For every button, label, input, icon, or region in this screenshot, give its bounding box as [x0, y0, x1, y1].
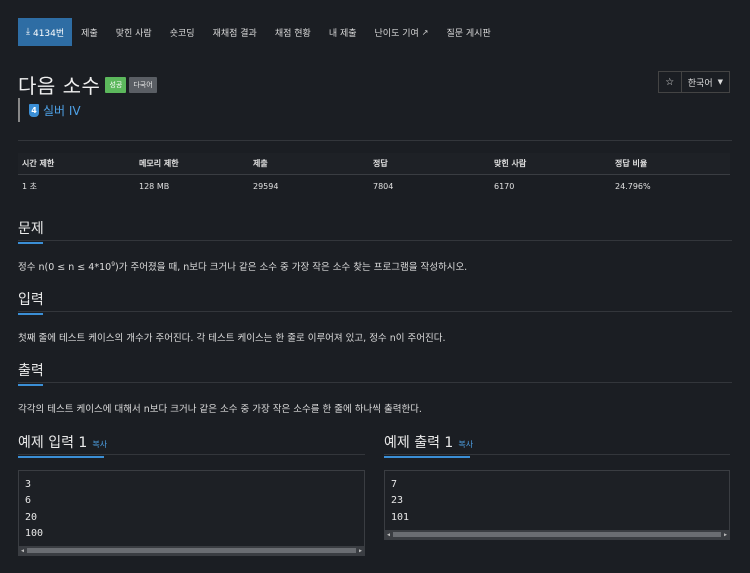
copy-sample-output-button[interactable]: 복사 — [458, 440, 473, 449]
table-header: 정답 — [369, 153, 490, 175]
star-icon: ☆ — [665, 76, 675, 88]
output-heading-text: 출력 — [18, 363, 44, 379]
table-cell: 1 초 — [22, 181, 37, 191]
section-divider — [384, 454, 730, 455]
input-heading: 입력 — [18, 289, 44, 315]
sample-input-heading: 예제 입력 1 복사 — [18, 432, 107, 458]
tab-solved-users[interactable]: 맞힌 사람 — [107, 18, 161, 46]
heading-underline — [18, 384, 43, 386]
tab-rejudge-result[interactable]: 재채점 결과 — [204, 18, 266, 46]
tab-difficulty-label: 난이도 기여 — [374, 28, 419, 39]
scrollbar-thumb[interactable] — [27, 548, 356, 553]
caret-down-icon: ▼ — [717, 78, 723, 86]
table-header: 시간 제한 — [18, 153, 135, 175]
problem-heading: 문제 — [18, 218, 44, 244]
table-cell: 7804 — [373, 181, 394, 191]
table-header: 메모리 제한 — [135, 153, 249, 175]
problem-nav: ⤓ 4134번 제출 맞힌 사람 숏코딩 재채점 결과 채점 현황 내 제출 난… — [18, 18, 500, 46]
sample-input-lines: 3 6 20 100 — [19, 471, 364, 542]
tab-submit[interactable]: 제출 — [72, 18, 107, 46]
tab-judge-status[interactable]: 채점 현황 — [266, 18, 320, 46]
tier-block: 4 실버 IV — [18, 98, 81, 122]
table-header: 정답 비율 — [611, 153, 730, 175]
sample-line: 7 — [391, 479, 398, 490]
tab-short-coding[interactable]: 숏코딩 — [161, 18, 204, 46]
scrollbar-thumb[interactable] — [393, 532, 721, 537]
sample-output-heading-text: 예제 출력 1 — [384, 435, 454, 451]
tab-question-board[interactable]: 질문 게시판 — [437, 18, 499, 46]
tab-difficulty-contrib[interactable]: 난이도 기여 ↗ — [366, 18, 438, 46]
problem-info-table: 시간 제한 메모리 제한 제출 정답 맞힌 사람 정답 비율 1 초 128 M… — [18, 153, 730, 198]
sample-line: 100 — [25, 527, 44, 539]
external-link-icon: ↗ — [421, 27, 429, 37]
section-divider — [18, 454, 365, 455]
heading-underline — [18, 313, 43, 315]
sample-line: 6 — [25, 495, 32, 507]
tier-link[interactable]: 실버 IV — [43, 102, 81, 119]
download-icon: ⤓ — [26, 27, 30, 37]
language-label: 한국어 — [687, 78, 713, 89]
scroll-right-icon[interactable]: ▶ — [359, 548, 362, 554]
horizontal-scrollbar[interactable]: ◀ ▶ — [19, 546, 364, 555]
problem-text-part: 정수 n(0 ≤ n ≤ 4*10 — [18, 262, 112, 273]
copy-sample-input-button[interactable]: 복사 — [92, 440, 107, 449]
horizontal-scrollbar[interactable]: ◀ ▶ — [385, 530, 729, 539]
sample-output-heading: 예제 출력 1 복사 — [384, 432, 473, 458]
sample-input-box[interactable]: 3 6 20 100 ◀ ▶ — [18, 470, 365, 556]
sample-line: 3 — [25, 479, 32, 490]
scroll-left-icon[interactable]: ◀ — [387, 532, 390, 538]
section-divider — [18, 382, 732, 383]
section-divider — [18, 311, 732, 312]
language-select[interactable]: 한국어 ▼ — [681, 71, 730, 93]
table-cell: 29594 — [253, 181, 279, 191]
tab-problem[interactable]: ⤓ 4134번 — [18, 18, 73, 46]
multilang-badge: 다국어 — [129, 76, 157, 93]
tab-problem-label: 4134번 — [32, 28, 65, 39]
sample-output-box[interactable]: 7 23 101 ◀ ▶ — [384, 470, 730, 540]
input-description: 첫째 줄에 테스트 케이스의 개수가 주어진다. 각 테스트 케이스는 한 줄로… — [18, 333, 446, 344]
divider — [18, 140, 732, 141]
status-badge: 성공 — [105, 76, 127, 93]
table-cell: 6170 — [494, 181, 515, 191]
problem-text-part: )가 주어졌을 때, n보다 크거나 같은 소수 중 가장 작은 소수 찾는 프… — [115, 262, 468, 273]
sample-input-heading-text: 예제 입력 1 — [18, 435, 88, 451]
page-title: 다음 소수 — [18, 74, 101, 98]
heading-underline — [384, 456, 470, 458]
heading-underline — [18, 242, 43, 244]
scroll-left-icon[interactable]: ◀ — [21, 548, 24, 554]
star-button[interactable]: ☆ — [657, 71, 682, 93]
table-cell: 24.796% — [615, 181, 651, 191]
sample-output-lines: 7 23 101 — [385, 471, 729, 526]
table-cell: 128 MB — [139, 181, 170, 191]
tab-my-submissions[interactable]: 내 제출 — [320, 18, 366, 46]
problem-description: 정수 n(0 ≤ n ≤ 4*109)가 주어졌을 때, n보다 크거나 같은 … — [18, 259, 467, 273]
problem-heading-text: 문제 — [18, 221, 44, 237]
table-header: 맞힌 사람 — [490, 153, 611, 175]
sample-line: 23 — [391, 495, 404, 507]
table-row: 1 초 128 MB 29594 7804 6170 24.796% — [18, 174, 730, 198]
heading-underline — [18, 456, 104, 458]
sample-line: 101 — [391, 511, 410, 523]
output-description: 각각의 테스트 케이스에 대해서 n보다 크거나 같은 소수 중 가장 작은 소… — [18, 404, 422, 415]
section-divider — [18, 240, 732, 241]
silver-tier-icon: 4 — [29, 103, 39, 117]
title-tools: ☆ 한국어 ▼ — [657, 71, 730, 93]
input-heading-text: 입력 — [18, 292, 44, 308]
table-header-row: 시간 제한 메모리 제한 제출 정답 맞힌 사람 정답 비율 — [18, 153, 730, 175]
table-header: 제출 — [249, 153, 369, 175]
title-row: 다음 소수 성공 다국어 — [18, 70, 157, 99]
scroll-right-icon[interactable]: ▶ — [724, 532, 727, 538]
output-heading: 출력 — [18, 360, 44, 386]
sample-line: 20 — [25, 511, 38, 523]
